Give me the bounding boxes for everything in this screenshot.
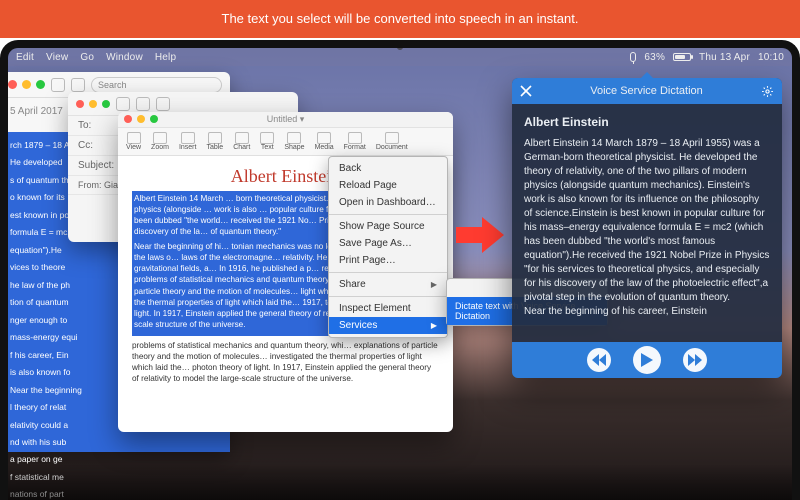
close-icon[interactable] bbox=[8, 80, 17, 89]
attach-icon[interactable] bbox=[136, 97, 150, 111]
pages-titlebar: Untitled ▾ bbox=[118, 112, 453, 128]
send-icon[interactable] bbox=[116, 97, 130, 111]
close-icon[interactable] bbox=[124, 115, 132, 123]
ctx-show-source[interactable]: Show Page Source bbox=[329, 218, 447, 235]
play-button[interactable] bbox=[633, 346, 661, 374]
tb-chart[interactable]: Chart bbox=[229, 130, 254, 153]
play-icon bbox=[641, 353, 653, 367]
minimize-icon[interactable] bbox=[137, 115, 145, 123]
tb-insert[interactable]: Insert bbox=[175, 130, 201, 153]
battery-percentage: 63% bbox=[644, 52, 665, 63]
mic-icon[interactable] bbox=[630, 52, 636, 62]
notes-date: 5 April 2017 bbox=[10, 106, 63, 117]
search-placeholder: Search bbox=[98, 80, 127, 90]
ctx-reload[interactable]: Reload Page bbox=[329, 177, 447, 194]
pages-doc-title[interactable]: Untitled ▾ bbox=[267, 114, 305, 124]
tb-zoom[interactable]: Zoom bbox=[147, 130, 173, 153]
tb-table[interactable]: Table bbox=[202, 130, 227, 153]
popover-arrow-icon bbox=[641, 72, 653, 78]
context-menu[interactable]: Back Reload Page Open in Dashboard… Show… bbox=[328, 156, 448, 338]
ctx-separator bbox=[329, 214, 447, 215]
menubar-status: 63% Thu 13 Apr 10:10 bbox=[630, 52, 784, 63]
tb-media[interactable]: Media bbox=[311, 130, 338, 153]
playback-controls bbox=[512, 342, 782, 378]
monitor-frame: Edit View Go Window Help 63% Thu 13 Apr … bbox=[0, 40, 800, 500]
close-icon[interactable] bbox=[76, 100, 84, 108]
unselected-text[interactable]: problems of statistical mechanics and qu… bbox=[132, 340, 439, 384]
chevron-right-icon: ▶ bbox=[431, 321, 437, 330]
gear-icon bbox=[761, 85, 774, 98]
promo-text: The text you select will be converted in… bbox=[222, 11, 579, 26]
tb-shape[interactable]: Shape bbox=[280, 130, 308, 153]
traffic-lights[interactable] bbox=[8, 80, 45, 89]
tb-format[interactable]: Format bbox=[340, 130, 370, 153]
traffic-lights[interactable] bbox=[124, 115, 158, 123]
settings-button[interactable] bbox=[761, 85, 774, 98]
panel-body: Albert Einstein Albert Einstein 14 March… bbox=[512, 104, 782, 342]
zoom-icon[interactable] bbox=[102, 100, 110, 108]
ctx-separator bbox=[329, 272, 447, 273]
zoom-icon[interactable] bbox=[36, 80, 45, 89]
panel-heading: Albert Einstein bbox=[524, 114, 770, 131]
menubar-date[interactable]: Thu 13 Apr bbox=[699, 52, 750, 63]
close-button[interactable] bbox=[520, 85, 532, 97]
menu-help[interactable]: Help bbox=[155, 52, 176, 63]
tb-document[interactable]: Document bbox=[372, 130, 412, 153]
ctx-save-as[interactable]: Save Page As… bbox=[329, 235, 447, 252]
promo-banner: The text you select will be converted in… bbox=[0, 0, 800, 38]
minimize-icon[interactable] bbox=[89, 100, 97, 108]
ctx-separator bbox=[329, 296, 447, 297]
menu-window[interactable]: Window bbox=[106, 52, 143, 63]
ctx-services[interactable]: Services▶ bbox=[329, 317, 447, 334]
ctx-open-dashboard[interactable]: Open in Dashboard… bbox=[329, 194, 447, 211]
ctx-inspect[interactable]: Inspect Element bbox=[329, 300, 447, 317]
menu-edit[interactable]: Edit bbox=[16, 52, 34, 63]
panel-text: Albert Einstein 14 March 1879 – 18 April… bbox=[524, 137, 770, 319]
notes-delete-button[interactable] bbox=[71, 78, 85, 92]
format-icon[interactable] bbox=[156, 97, 170, 111]
forward-icon bbox=[688, 354, 702, 366]
rewind-button[interactable] bbox=[587, 348, 611, 372]
tb-text[interactable]: Text bbox=[256, 130, 278, 153]
notes-view-toggle[interactable] bbox=[51, 78, 65, 92]
forward-button[interactable] bbox=[683, 348, 707, 372]
zoom-icon[interactable] bbox=[150, 115, 158, 123]
ctx-share[interactable]: Share▶ bbox=[329, 276, 447, 293]
menu-view[interactable]: View bbox=[46, 52, 68, 63]
menu-go[interactable]: Go bbox=[80, 52, 94, 63]
traffic-lights[interactable] bbox=[76, 100, 110, 108]
menubar-menus: Edit View Go Window Help bbox=[16, 52, 176, 63]
search-input[interactable]: Search bbox=[91, 77, 222, 93]
panel-title: Voice Service Dictation bbox=[532, 85, 761, 97]
voice-dictation-panel[interactable]: Voice Service Dictation Albert Einstein … bbox=[512, 78, 782, 378]
menubar-time[interactable]: 10:10 bbox=[758, 52, 784, 63]
pages-toolbar: View Zoom Insert Table Chart Text Shape … bbox=[118, 128, 453, 156]
minimize-icon[interactable] bbox=[22, 80, 31, 89]
rewind-icon bbox=[592, 354, 606, 366]
arrow-right-icon bbox=[456, 217, 504, 253]
panel-header: Voice Service Dictation bbox=[512, 78, 782, 104]
close-icon bbox=[520, 85, 532, 97]
battery-icon[interactable] bbox=[673, 53, 691, 61]
chevron-right-icon: ▶ bbox=[431, 280, 437, 289]
ctx-back[interactable]: Back bbox=[329, 160, 447, 177]
tb-view[interactable]: View bbox=[122, 130, 145, 153]
ctx-print[interactable]: Print Page… bbox=[329, 252, 447, 269]
macos-menubar: Edit View Go Window Help 63% Thu 13 Apr … bbox=[8, 48, 792, 66]
